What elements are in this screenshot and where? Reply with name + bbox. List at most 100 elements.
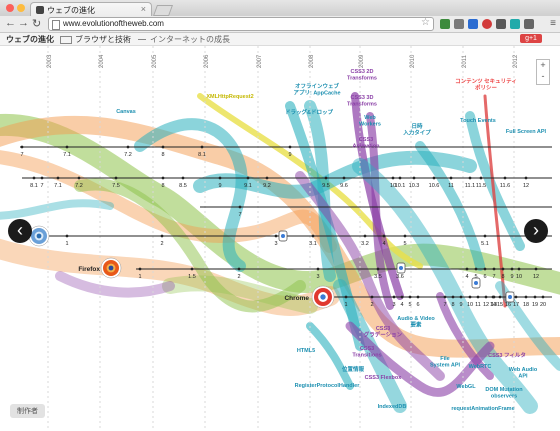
technology-label[interactable]: RegisterProtocolHandler	[295, 383, 361, 389]
version-dot[interactable]	[484, 295, 488, 299]
version-dot[interactable]	[483, 234, 487, 238]
version-dot[interactable]	[160, 234, 164, 238]
version-dot[interactable]	[288, 145, 292, 149]
version-dot[interactable]	[400, 295, 404, 299]
version-dot[interactable]	[40, 176, 44, 180]
extension-icon[interactable]	[440, 19, 450, 29]
technology-label[interactable]: コンテンツ セキュリティポリシー	[455, 78, 517, 92]
version-dot[interactable]	[449, 176, 453, 180]
technology-label[interactable]: IndexedDB	[378, 404, 407, 410]
version-dot[interactable]	[161, 145, 165, 149]
zoom-control[interactable]: + -	[536, 59, 550, 85]
version-dot[interactable]	[237, 267, 241, 271]
version-dot[interactable]	[376, 267, 380, 271]
extension-icon[interactable]	[510, 19, 520, 29]
safari-badge-icon[interactable]	[471, 277, 481, 289]
version-dot[interactable]	[382, 234, 386, 238]
timeline-svg[interactable]: 2003 2004 2005 2006 2007 2008 2009 2010 2011 2012…	[0, 46, 560, 431]
version-dot[interactable]	[498, 295, 502, 299]
version-dot[interactable]	[443, 295, 447, 299]
version-dot[interactable]	[218, 176, 222, 180]
google-plus-button[interactable]: g+1	[520, 34, 542, 43]
version-dot[interactable]	[200, 145, 204, 149]
timeline-visualization[interactable]: 2003 2004 2005 2006 2007 2008 2009 2010 2011 2012…	[0, 46, 560, 431]
version-dot[interactable]	[416, 295, 420, 299]
version-dot[interactable]	[238, 205, 242, 209]
technology-label[interactable]: Web Workers	[359, 115, 381, 128]
version-dot[interactable]	[181, 176, 185, 180]
version-dot[interactable]	[517, 267, 521, 271]
tab-internet-growth[interactable]: インターネットの成長	[138, 34, 230, 45]
version-dot[interactable]	[483, 267, 487, 271]
minimize-window-icon[interactable]	[17, 4, 25, 12]
version-dot[interactable]	[412, 176, 416, 180]
version-dot[interactable]	[403, 234, 407, 238]
version-dot[interactable]	[370, 295, 374, 299]
reload-icon[interactable]: ↻	[32, 17, 41, 30]
extension-icon[interactable]	[468, 19, 478, 29]
technology-label[interactable]: CSS3 フィルタ	[488, 351, 526, 359]
firefox-icon[interactable]	[100, 257, 122, 279]
ie-badge-icon[interactable]	[278, 230, 288, 242]
version-dot[interactable]	[492, 267, 496, 271]
url-text[interactable]: www.evolutionoftheweb.com	[63, 18, 164, 30]
technology-label[interactable]: CSS3 3D Transforms	[347, 95, 377, 108]
version-dot[interactable]	[392, 295, 396, 299]
back-icon[interactable]: ←	[5, 17, 16, 29]
version-dot[interactable]	[474, 267, 478, 271]
version-dot[interactable]	[324, 176, 328, 180]
bookmark-star-icon[interactable]: ☆	[421, 17, 430, 29]
close-tab-icon[interactable]: ×	[141, 4, 146, 14]
technology-label[interactable]: オフラインウェブアプリ: AppCache	[293, 82, 340, 97]
version-dot[interactable]	[32, 176, 36, 180]
version-dot[interactable]	[510, 267, 514, 271]
technology-label[interactable]: HTML5	[297, 348, 315, 354]
version-dot[interactable]	[344, 295, 348, 299]
zoom-out-button[interactable]: -	[537, 71, 549, 82]
technology-label[interactable]: 日時入力タイプ	[402, 122, 431, 137]
version-dot[interactable]	[541, 295, 545, 299]
chrome-name-label[interactable]: Chrome	[284, 295, 309, 302]
firefox-name-label[interactable]: Firefox	[78, 266, 100, 273]
browser-tab[interactable]: ウェブの進化 ×	[30, 2, 152, 17]
extension-icon[interactable]	[524, 19, 534, 29]
technology-label[interactable]: CSS3 Flexbox	[365, 375, 403, 381]
technology-label[interactable]: requestAnimationFrame	[451, 406, 514, 412]
version-dot[interactable]	[126, 145, 130, 149]
version-dot[interactable]	[398, 176, 402, 180]
version-dot[interactable]	[246, 176, 250, 180]
version-dot[interactable]	[190, 267, 194, 271]
version-dot[interactable]	[311, 234, 315, 238]
opera-badge-icon[interactable]	[396, 262, 406, 274]
version-dot[interactable]	[20, 145, 24, 149]
version-dot[interactable]	[524, 295, 528, 299]
extension-icon[interactable]	[454, 19, 464, 29]
technology-label[interactable]: Audio & Video 要素	[397, 316, 435, 329]
version-dot[interactable]	[479, 176, 483, 180]
extension-icon[interactable]	[482, 19, 492, 29]
version-dot[interactable]	[534, 267, 538, 271]
version-dot[interactable]	[265, 176, 269, 180]
next-arrow-button[interactable]: ›	[524, 219, 548, 243]
version-dot[interactable]	[501, 267, 505, 271]
version-dot[interactable]	[465, 267, 469, 271]
version-dot[interactable]	[468, 176, 472, 180]
technology-label[interactable]: 位置情報	[342, 365, 365, 373]
version-dot[interactable]	[491, 295, 495, 299]
technology-label[interactable]: WebRTC	[469, 364, 492, 370]
ie-badge-small-icon[interactable]	[505, 291, 515, 303]
version-dot[interactable]	[138, 267, 142, 271]
technology-label[interactable]: ドラッグ&ドロップ	[285, 108, 333, 116]
version-dot[interactable]	[533, 295, 537, 299]
zoom-in-button[interactable]: +	[537, 60, 549, 71]
version-dot[interactable]	[459, 295, 463, 299]
new-tab-button[interactable]	[152, 5, 174, 16]
version-dot[interactable]	[56, 176, 60, 180]
technology-label[interactable]: Touch Events	[460, 118, 496, 124]
credits-button[interactable]: 制作者	[10, 404, 45, 418]
technology-label[interactable]: CSS3 2D Transforms	[347, 69, 377, 82]
version-dot[interactable]	[363, 234, 367, 238]
version-dot[interactable]	[451, 295, 455, 299]
close-window-icon[interactable]	[6, 4, 14, 12]
previous-arrow-button[interactable]: ‹	[8, 219, 32, 243]
